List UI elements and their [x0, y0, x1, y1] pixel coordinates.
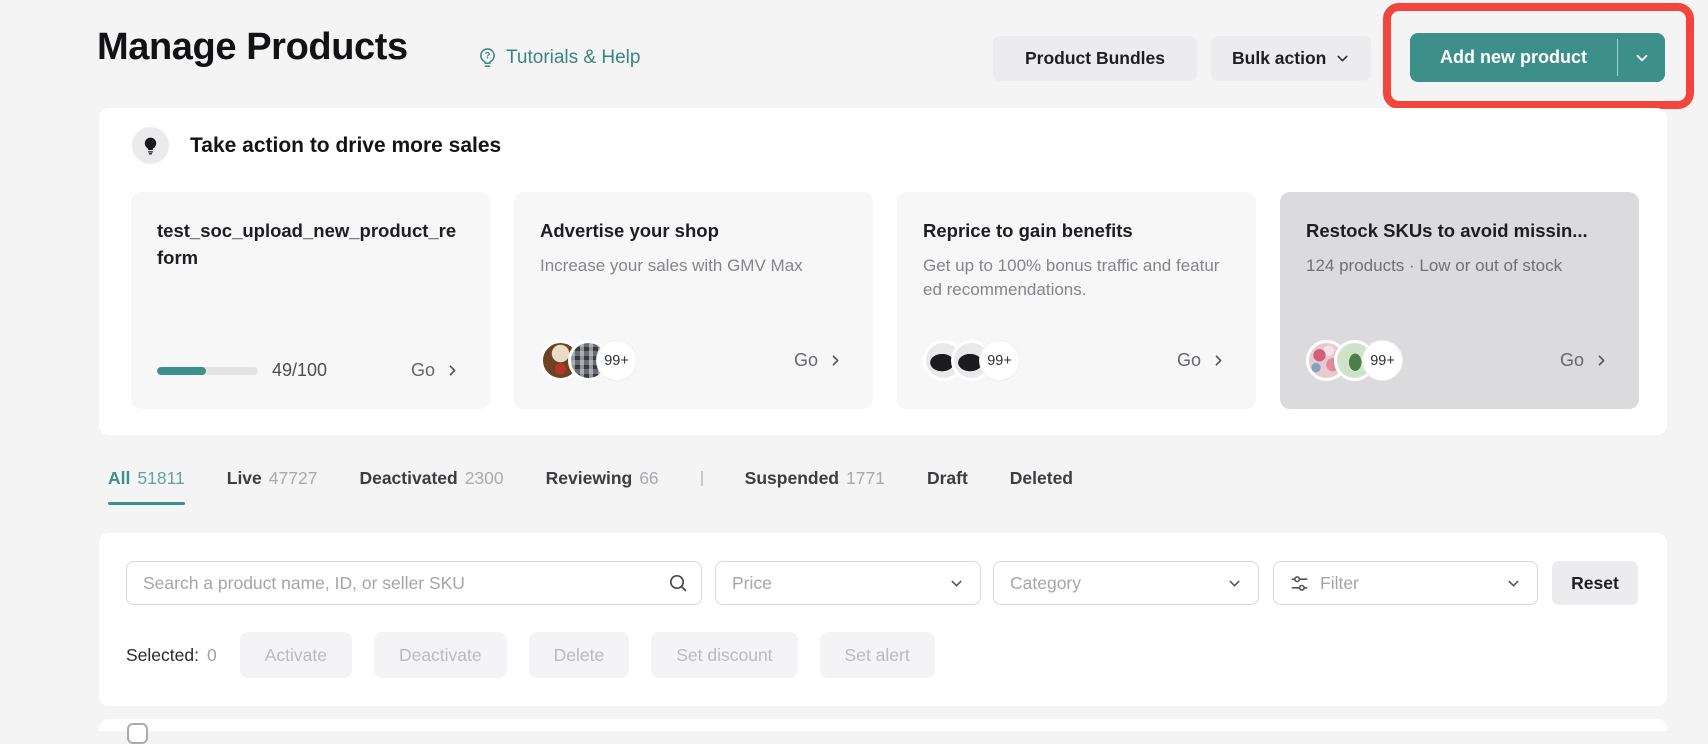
tab-deactivated[interactable]: Deactivated 2300 [359, 468, 503, 505]
tab-reviewing[interactable]: Reviewing 66 [546, 468, 659, 505]
progress-bar-fill [157, 367, 206, 375]
product-avatars: 99+ [1306, 340, 1403, 381]
page-title: Manage Products [97, 26, 408, 69]
tab-label: Suspended [745, 468, 839, 489]
count-badge: 99+ [1362, 340, 1403, 381]
search-input[interactable] [126, 561, 702, 605]
filter-dropdown-label: Filter [1320, 573, 1359, 594]
tutorials-help-link[interactable]: ? Tutorials & Help [476, 46, 640, 69]
reset-button[interactable]: Reset [1552, 561, 1638, 605]
card-restock-skus[interactable]: Restock SKUs to avoid missin... 124 prod… [1280, 192, 1639, 409]
card-subtitle: Get up to 100% bonus traffic and feature… [923, 254, 1226, 303]
tab-separator [701, 471, 703, 486]
lightbulb-badge [132, 127, 169, 164]
tab-label: Draft [927, 468, 968, 489]
price-dropdown[interactable]: Price [715, 561, 981, 605]
chevron-right-icon [1594, 353, 1609, 368]
go-link[interactable]: Go [411, 360, 460, 381]
chevron-right-icon [828, 353, 843, 368]
panel-banner: Take action to drive more sales [132, 127, 501, 164]
svg-text:?: ? [485, 50, 491, 60]
go-label: Go [1177, 350, 1201, 371]
selected-count: 0 [207, 645, 217, 666]
progress-value: 49/100 [272, 360, 327, 381]
search-box [126, 561, 702, 605]
tab-count: 1771 [846, 468, 885, 489]
chevron-down-icon [949, 576, 964, 591]
help-link-label: Tutorials & Help [506, 47, 640, 69]
chevron-down-icon [1227, 576, 1242, 591]
go-link[interactable]: Go [1560, 350, 1609, 371]
filter-sliders-icon [1290, 574, 1309, 593]
tab-live[interactable]: Live 47727 [227, 468, 318, 505]
tab-count: 47727 [269, 468, 318, 489]
tab-count: 2300 [465, 468, 504, 489]
go-label: Go [411, 360, 435, 381]
bulk-action-label: Bulk action [1232, 48, 1326, 69]
lightbulb-icon [141, 136, 160, 155]
category-dropdown[interactable]: Category [993, 561, 1259, 605]
filters-panel: Price Category Filter Reset Selected: 0 … [99, 533, 1667, 706]
card-title: test_soc_upload_new_product_reform [157, 218, 460, 272]
card-subtitle: Increase your sales with GMV Max [540, 254, 843, 279]
chevron-down-icon [1506, 576, 1521, 591]
deactivate-button[interactable]: Deactivate [374, 632, 507, 678]
tab-deleted[interactable]: Deleted [1010, 468, 1073, 505]
chevron-down-icon [1335, 51, 1350, 66]
tab-suspended[interactable]: Suspended 1771 [745, 468, 885, 505]
search-icon [668, 573, 688, 593]
tab-draft[interactable]: Draft [927, 468, 968, 505]
bulk-action-button[interactable]: Bulk action [1211, 36, 1371, 81]
help-bulb-icon: ? [476, 46, 499, 69]
tab-all[interactable]: All 51811 [108, 468, 185, 505]
filter-dropdown[interactable]: Filter [1273, 561, 1538, 605]
chevron-right-icon [445, 363, 460, 378]
card-title: Reprice to gain benefits [923, 218, 1226, 245]
delete-button[interactable]: Delete [529, 632, 630, 678]
price-dropdown-label: Price [732, 573, 772, 594]
category-dropdown-label: Category [1010, 573, 1081, 594]
tab-count: 66 [639, 468, 658, 489]
add-new-product-button[interactable]: Add new product [1410, 33, 1617, 82]
sales-actions-panel: Take action to drive more sales test_soc… [99, 108, 1667, 435]
card-reprice-benefits[interactable]: Reprice to gain benefits Get up to 100% … [897, 192, 1256, 409]
card-upload-product-task[interactable]: test_soc_upload_new_product_reform 49/10… [131, 192, 490, 409]
tab-label: Reviewing [546, 468, 633, 489]
tab-label: Live [227, 468, 262, 489]
go-link[interactable]: Go [1177, 350, 1226, 371]
tab-count: 51811 [137, 468, 184, 489]
card-subtitle: 124 products · Low or out of stock [1306, 254, 1609, 279]
count-badge: 99+ [596, 340, 637, 381]
card-advertise-shop[interactable]: Advertise your shop Increase your sales … [514, 192, 873, 409]
bulk-selection-row: Selected: 0 Activate Deactivate Delete S… [126, 632, 935, 678]
tab-label: Deactivated [359, 468, 457, 489]
product-bundles-button[interactable]: Product Bundles [993, 36, 1197, 81]
add-new-product-split-button[interactable]: Add new product [1410, 33, 1665, 82]
task-progress: 49/100 [157, 360, 327, 381]
tab-label: All [108, 468, 130, 489]
selected-label: Selected: [126, 645, 199, 666]
banner-title: Take action to drive more sales [190, 134, 501, 158]
activate-button[interactable]: Activate [240, 632, 352, 678]
product-avatars: 99+ [923, 340, 1020, 381]
tab-label: Deleted [1010, 468, 1073, 489]
card-title: Restock SKUs to avoid missin... [1306, 218, 1609, 245]
progress-bar [157, 367, 258, 375]
product-table-panel [99, 719, 1667, 731]
go-label: Go [1560, 350, 1584, 371]
card-title: Advertise your shop [540, 218, 843, 245]
product-avatars: 99+ [540, 340, 637, 381]
status-tabs: All 51811 Live 47727 Deactivated 2300 Re… [108, 468, 1073, 505]
count-badge: 99+ [979, 340, 1020, 381]
go-link[interactable]: Go [794, 350, 843, 371]
action-cards-row: test_soc_upload_new_product_reform 49/10… [131, 192, 1639, 409]
chevron-down-icon [1634, 50, 1650, 66]
add-product-dropdown-toggle[interactable] [1618, 33, 1665, 82]
set-alert-button[interactable]: Set alert [820, 632, 935, 678]
chevron-right-icon [1211, 353, 1226, 368]
go-label: Go [794, 350, 818, 371]
select-all-checkbox[interactable] [127, 723, 148, 744]
set-discount-button[interactable]: Set discount [651, 632, 797, 678]
